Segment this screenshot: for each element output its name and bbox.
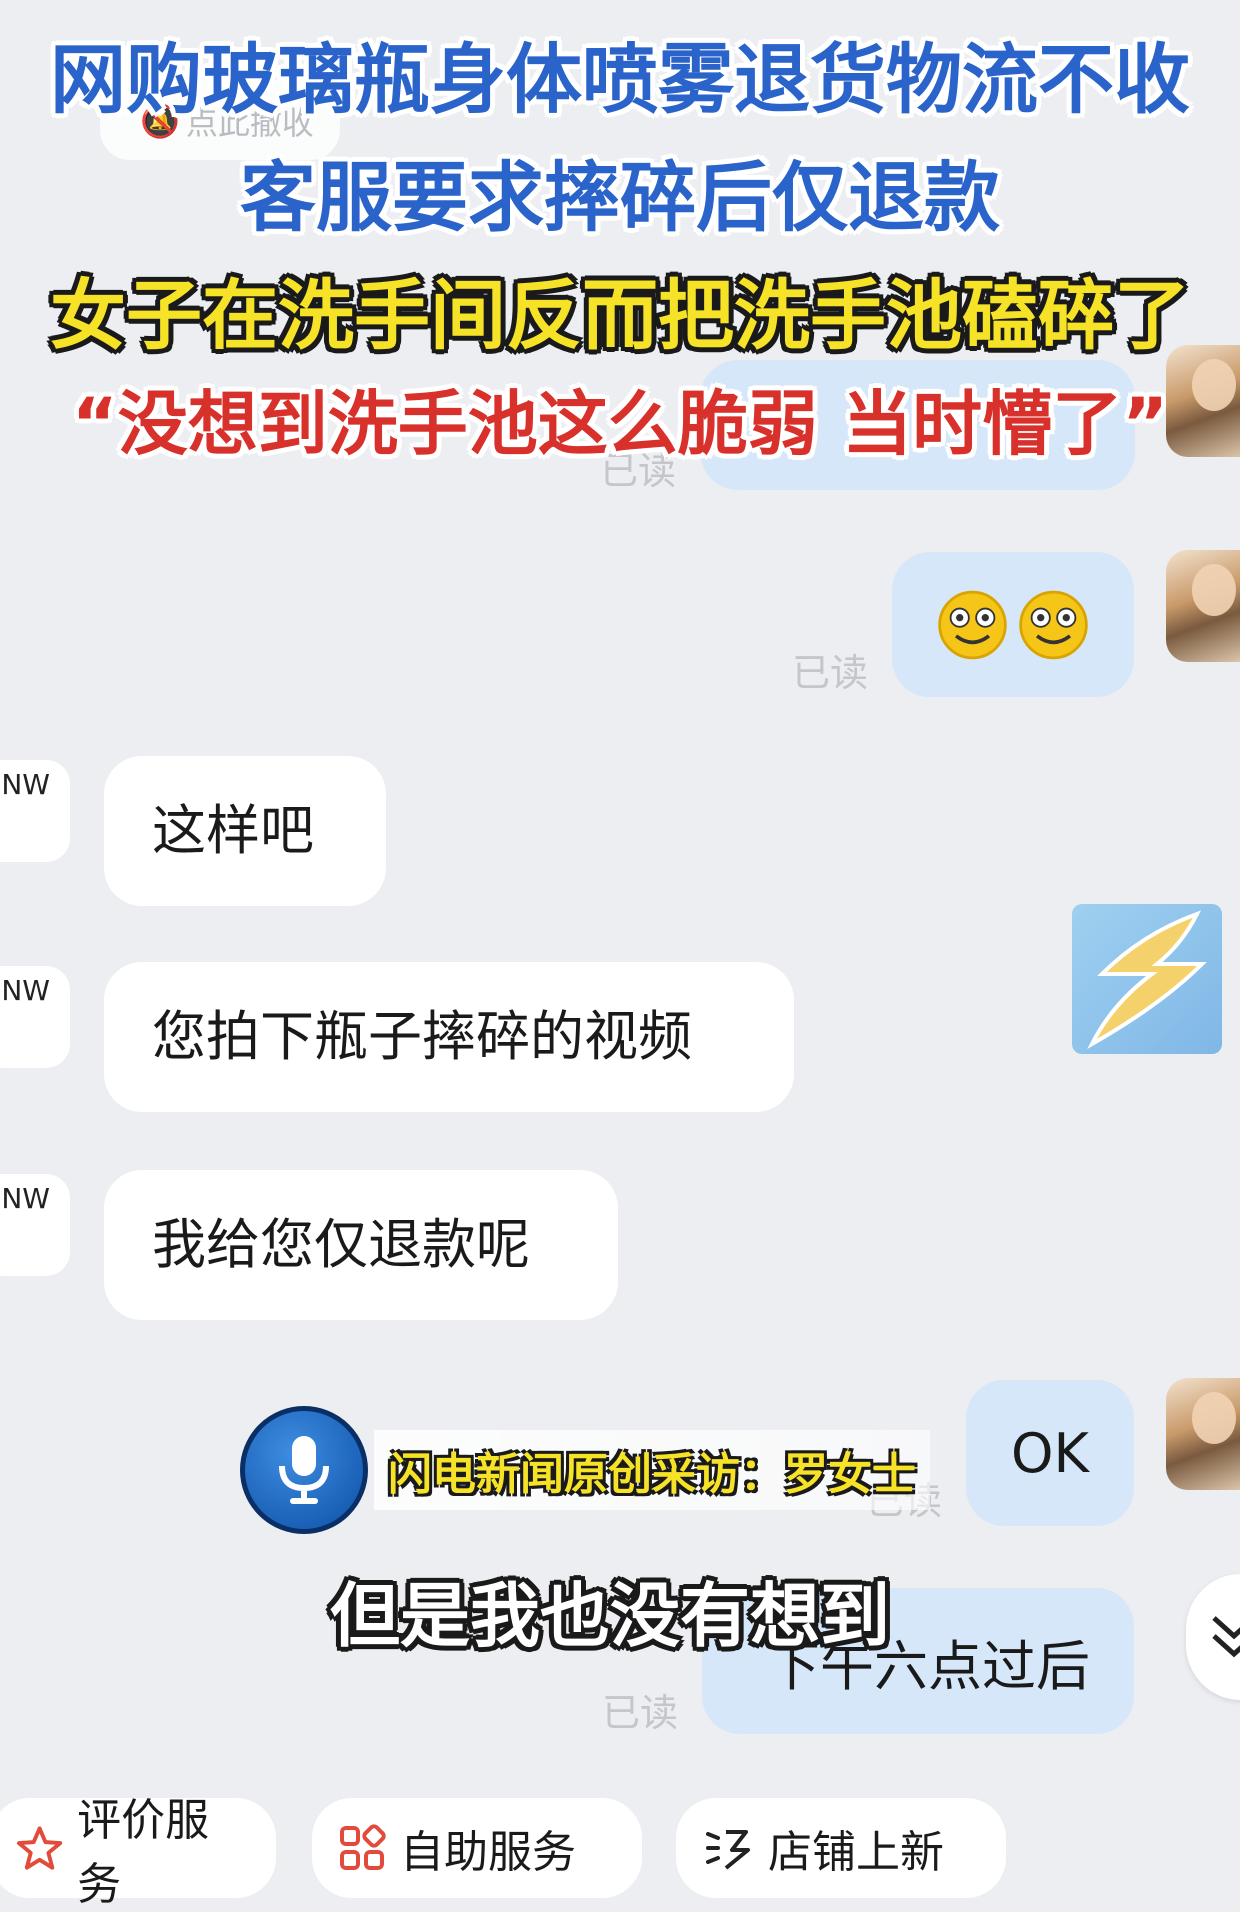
new-arrivals-icon (706, 1830, 750, 1870)
seller-bubble[interactable]: 您拍下瓶子摔碎的视频 (104, 962, 794, 1112)
interview-banner: 闪电新闻原创采访：罗女士 (240, 1406, 930, 1534)
read-label: 已读 (602, 1691, 679, 1735)
double-chevron-down-icon (1212, 1616, 1240, 1658)
self-service-button[interactable]: 自助服务 (312, 1798, 642, 1898)
seller-bubble[interactable]: 我给您仅退款呢 (104, 1170, 618, 1320)
seller-bubble[interactable]: 这样吧 (104, 756, 386, 906)
video-subtitle: 但是我也没有想到 (330, 1575, 890, 1657)
microphone-icon (240, 1406, 368, 1534)
user-bubble-ok[interactable]: OK (966, 1380, 1134, 1526)
read-label: 已读 (792, 651, 869, 695)
seller-avatar[interactable]: NW (0, 760, 70, 862)
seller-avatar[interactable]: NW (0, 1174, 70, 1276)
smiley-emoji-icon (938, 590, 1007, 659)
store-new-button[interactable]: 店铺上新 (676, 1798, 1006, 1898)
user-avatar[interactable] (1166, 550, 1240, 662)
rate-service-button[interactable]: 评价服务 (0, 1795, 276, 1910)
watermark-logo (1072, 904, 1222, 1054)
interview-label: 闪电新闻原创采访：罗女士 (388, 1449, 916, 1500)
user-bubble-emoji[interactable] (892, 552, 1134, 697)
scroll-down-button[interactable] (1186, 1574, 1240, 1700)
user-avatar[interactable] (1166, 1378, 1240, 1490)
seller-avatar[interactable]: NW (0, 966, 70, 1068)
headline-line-1: 网购玻璃瓶身体喷雾退货物流不收 (50, 35, 1190, 124)
star-icon (16, 1826, 63, 1870)
headline-line-2: 客服要求摔碎后仅退款 (240, 153, 1000, 242)
headline-line-3: 女子在洗手间反而把洗手池磕碎了 (50, 271, 1190, 360)
smiley-emoji-icon (1019, 590, 1088, 659)
grid-icon (340, 1824, 386, 1870)
headline-line-4: “没想到洗手池这么脆弱 当时懵了” (71, 383, 1169, 465)
